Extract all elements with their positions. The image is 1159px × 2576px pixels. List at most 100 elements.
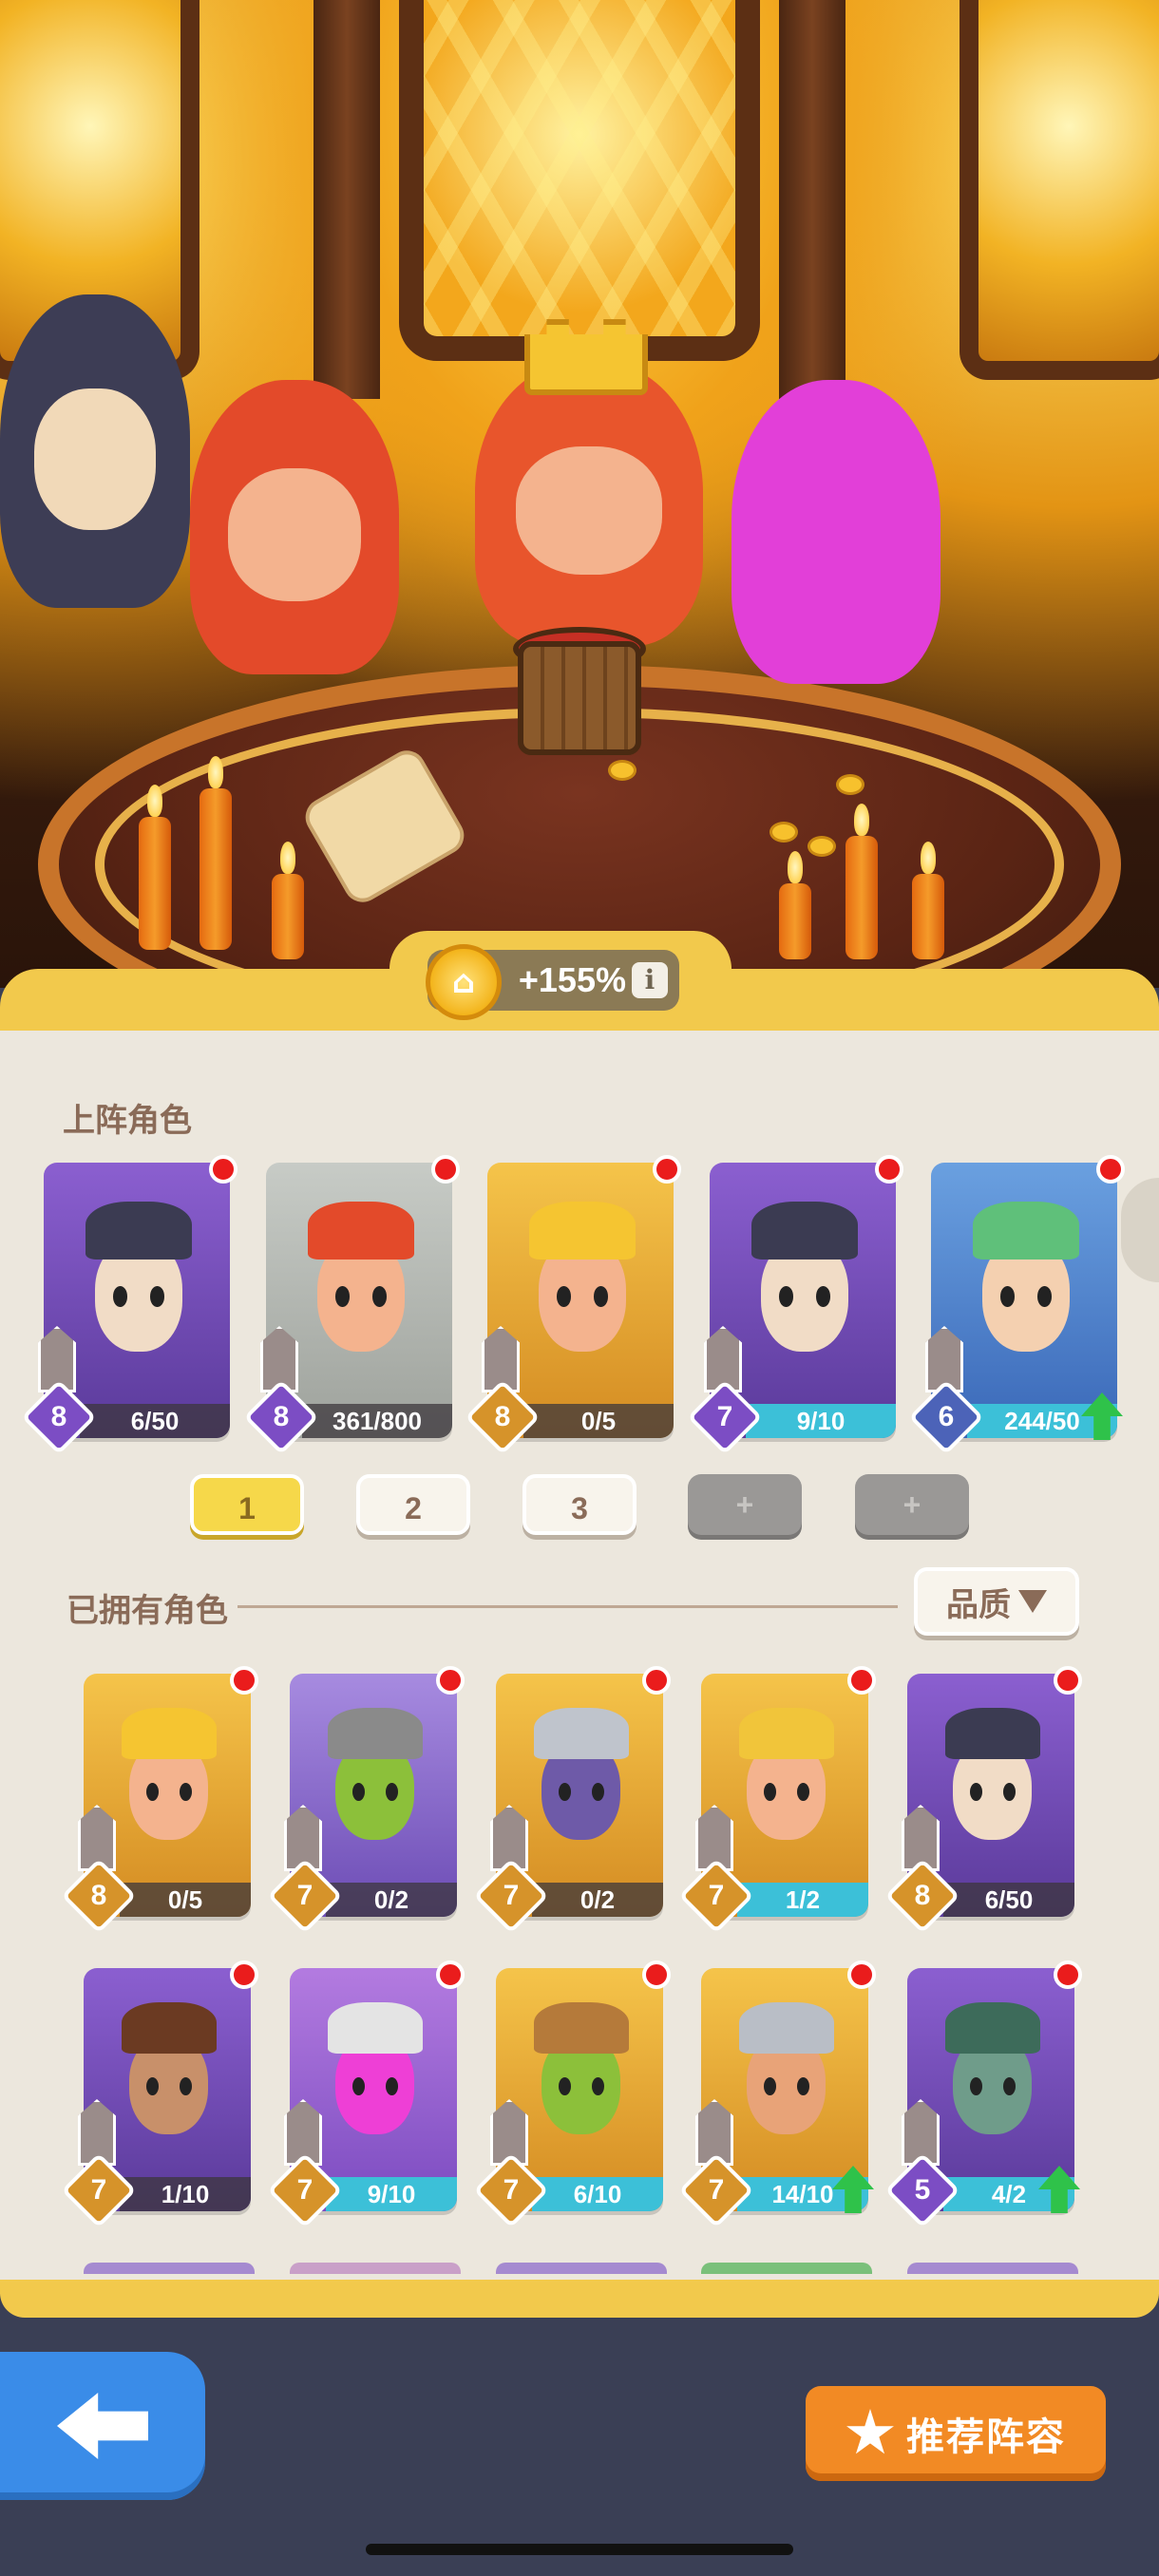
shard-progress: 0/5 [120,1883,251,1917]
candle-icon [272,874,304,959]
candle-icon [779,883,811,959]
owned-hero-card[interactable]: 14/10 7 [678,1960,876,2228]
hero-portrait [940,1707,1044,1859]
shard-progress: 0/5 [523,1404,674,1438]
level-value: 7 [503,1880,520,1911]
owned-hero-card[interactable]: 1/2 7 [678,1666,876,1934]
lineup-title: 上阵角色 [63,1102,192,1140]
hero-portrait [117,1707,220,1859]
hero-portrait [747,1201,863,1373]
shard-progress: 9/10 [326,2177,457,2211]
level-value: 8 [50,1401,67,1432]
coin-icon [836,774,864,795]
hero-portrait [323,2001,427,2153]
notification-dot [1096,1155,1125,1184]
lineup-hero-card[interactable]: 361/800 8 [243,1155,460,1455]
owned-hero-card[interactable]: 6/10 7 [473,1960,671,2228]
candle-icon [139,817,171,950]
tab-add-lineup[interactable]: + [855,1474,969,1535]
bonus-emblem-icon: ⌂ [426,944,502,1020]
level-value: 8 [494,1401,511,1432]
hero-portrait [529,2001,633,2153]
notification-dot [431,1155,460,1184]
level-value: 7 [503,2174,520,2206]
card-peek [496,2263,667,2274]
notification-dot [1054,1960,1082,1989]
level-value: 7 [90,2174,107,2206]
card-peek [290,2263,461,2274]
info-icon[interactable]: i [632,962,668,998]
shard-progress: 6/50 [943,1883,1074,1917]
hero-pink-figure [732,380,940,684]
notification-dot [230,1960,258,1989]
lineup-hero-card[interactable]: 6/50 8 [21,1155,238,1455]
tab-lineup-1[interactable]: 1 [190,1474,304,1535]
chevron-down-icon [1018,1590,1047,1613]
owned-hero-card[interactable]: 6/50 8 [884,1666,1082,1934]
back-button[interactable] [0,2352,205,2500]
owned-hero-card[interactable]: 9/10 7 [267,1960,465,2228]
level-value: 7 [296,1880,314,1911]
hero-king-figure [475,361,703,646]
candle-icon [200,788,232,950]
sort-quality-button[interactable]: 品质 [914,1567,1079,1636]
shard-progress: 9/10 [746,1404,896,1438]
notification-dot [209,1155,238,1184]
shard-progress: 6/10 [532,2177,663,2211]
right-window [960,0,1159,380]
hero-portrait [968,1201,1084,1373]
notification-dot [1054,1666,1082,1695]
candle-icon [912,874,944,959]
recommended-lineup-button[interactable]: 推荐阵容 [806,2386,1106,2481]
coin-icon [808,836,836,857]
home-indicator[interactable] [366,2544,793,2555]
tab-lineup-3[interactable]: 3 [522,1474,636,1535]
lineup-hero-card[interactable]: 9/10 7 [687,1155,903,1455]
candle-icon [846,836,878,959]
level-value: 8 [90,1880,107,1911]
hero-portrait [81,1201,197,1373]
shard-progress: 1/10 [120,2177,251,2211]
tavern-scene [0,0,1159,988]
hero-portrait [734,2001,838,2153]
notification-dot [230,1666,258,1695]
lineup-hero-card[interactable]: 244/50 6 [908,1155,1125,1455]
notification-dot [653,1155,681,1184]
owned-title: 已拥有角色 [66,1592,228,1630]
owned-hero-card[interactable]: 0/2 7 [473,1666,671,1934]
shard-progress: 6/50 [80,1404,230,1438]
shard-progress: 0/2 [326,1883,457,1917]
owned-hero-card[interactable]: 0/2 7 [267,1666,465,1934]
notification-dot [642,1960,671,1989]
level-value: 8 [273,1401,290,1432]
notification-dot [847,1666,876,1695]
notification-dot [875,1155,903,1184]
level-value: 7 [716,1401,733,1432]
notification-dot [847,1960,876,1989]
back-arrow-icon [57,2393,148,2459]
coin-icon [608,760,636,781]
card-peek [907,2263,1078,2274]
lineup-hero-card[interactable]: 0/5 8 [465,1155,681,1455]
shard-progress: 1/2 [737,1883,868,1917]
tab-add-lineup[interactable]: + [688,1474,802,1535]
owned-hero-card[interactable]: 4/2 5 [884,1960,1082,2228]
hero-knight-figure [0,294,190,608]
level-value: 6 [938,1401,955,1432]
level-value: 8 [914,1880,931,1911]
owned-hero-card[interactable]: 0/5 8 [61,1666,258,1934]
pillar [779,0,846,399]
shard-progress: 0/2 [532,1883,663,1917]
divider [238,1605,898,1608]
notification-dot [436,1666,465,1695]
coin-icon [770,822,798,843]
bonus-value: +155% [518,960,626,999]
hero-portrait [323,1707,427,1859]
hero-portrait [940,2001,1044,2153]
sort-label: 品质 [946,1585,1011,1624]
stained-glass-window [399,0,760,361]
tab-lineup-2[interactable]: 2 [356,1474,470,1535]
card-peek [84,2263,255,2274]
shard-progress: 361/800 [302,1404,452,1438]
owned-hero-card[interactable]: 1/10 7 [61,1960,258,2228]
